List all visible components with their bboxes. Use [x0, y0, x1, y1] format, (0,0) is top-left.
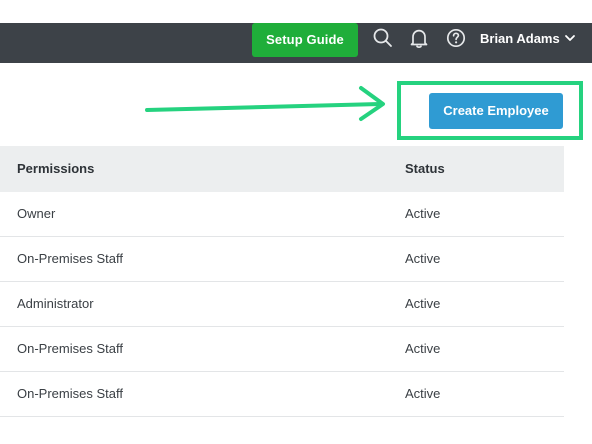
table-row[interactable]: On-Premises Staff Active — [0, 237, 564, 282]
status-cell: Active — [405, 296, 441, 311]
status-cell: Active — [405, 341, 441, 356]
annotation-arrow-shaft — [145, 102, 382, 112]
table-row[interactable]: On-Premises Staff Active — [0, 372, 564, 417]
status-cell: Active — [405, 251, 441, 266]
table-header: Permissions Status — [0, 146, 564, 192]
permissions-cell: Owner — [17, 206, 56, 221]
status-cell: Active — [405, 206, 441, 221]
table-row[interactable]: Owner Active — [0, 192, 564, 237]
permissions-cell: On-Premises Staff — [17, 341, 123, 356]
table-row[interactable]: Administrator Active — [0, 282, 564, 327]
permissions-cell: Administrator — [17, 296, 94, 311]
column-header-permissions[interactable]: Permissions — [17, 146, 94, 192]
employees-table: Permissions Status Owner Active On-Premi… — [0, 146, 564, 417]
app-root: Setup Guide Brian Adams Create Employee … — [0, 0, 592, 444]
permissions-cell: On-Premises Staff — [17, 386, 123, 401]
table-row[interactable]: On-Premises Staff Active — [0, 327, 564, 372]
permissions-cell: On-Premises Staff — [17, 251, 123, 266]
user-menu[interactable]: Brian Adams — [480, 27, 576, 49]
search-icon[interactable] — [372, 27, 394, 49]
help-icon[interactable] — [445, 27, 467, 49]
top-strip — [0, 0, 592, 23]
bell-icon[interactable] — [408, 27, 430, 49]
column-header-status[interactable]: Status — [405, 146, 445, 192]
chevron-down-icon — [564, 35, 575, 41]
create-employee-button[interactable]: Create Employee — [429, 93, 563, 129]
status-cell: Active — [405, 386, 441, 401]
user-name: Brian Adams — [480, 30, 560, 46]
annotation-arrow-head — [359, 86, 385, 121]
setup-guide-button[interactable]: Setup Guide — [252, 23, 358, 57]
